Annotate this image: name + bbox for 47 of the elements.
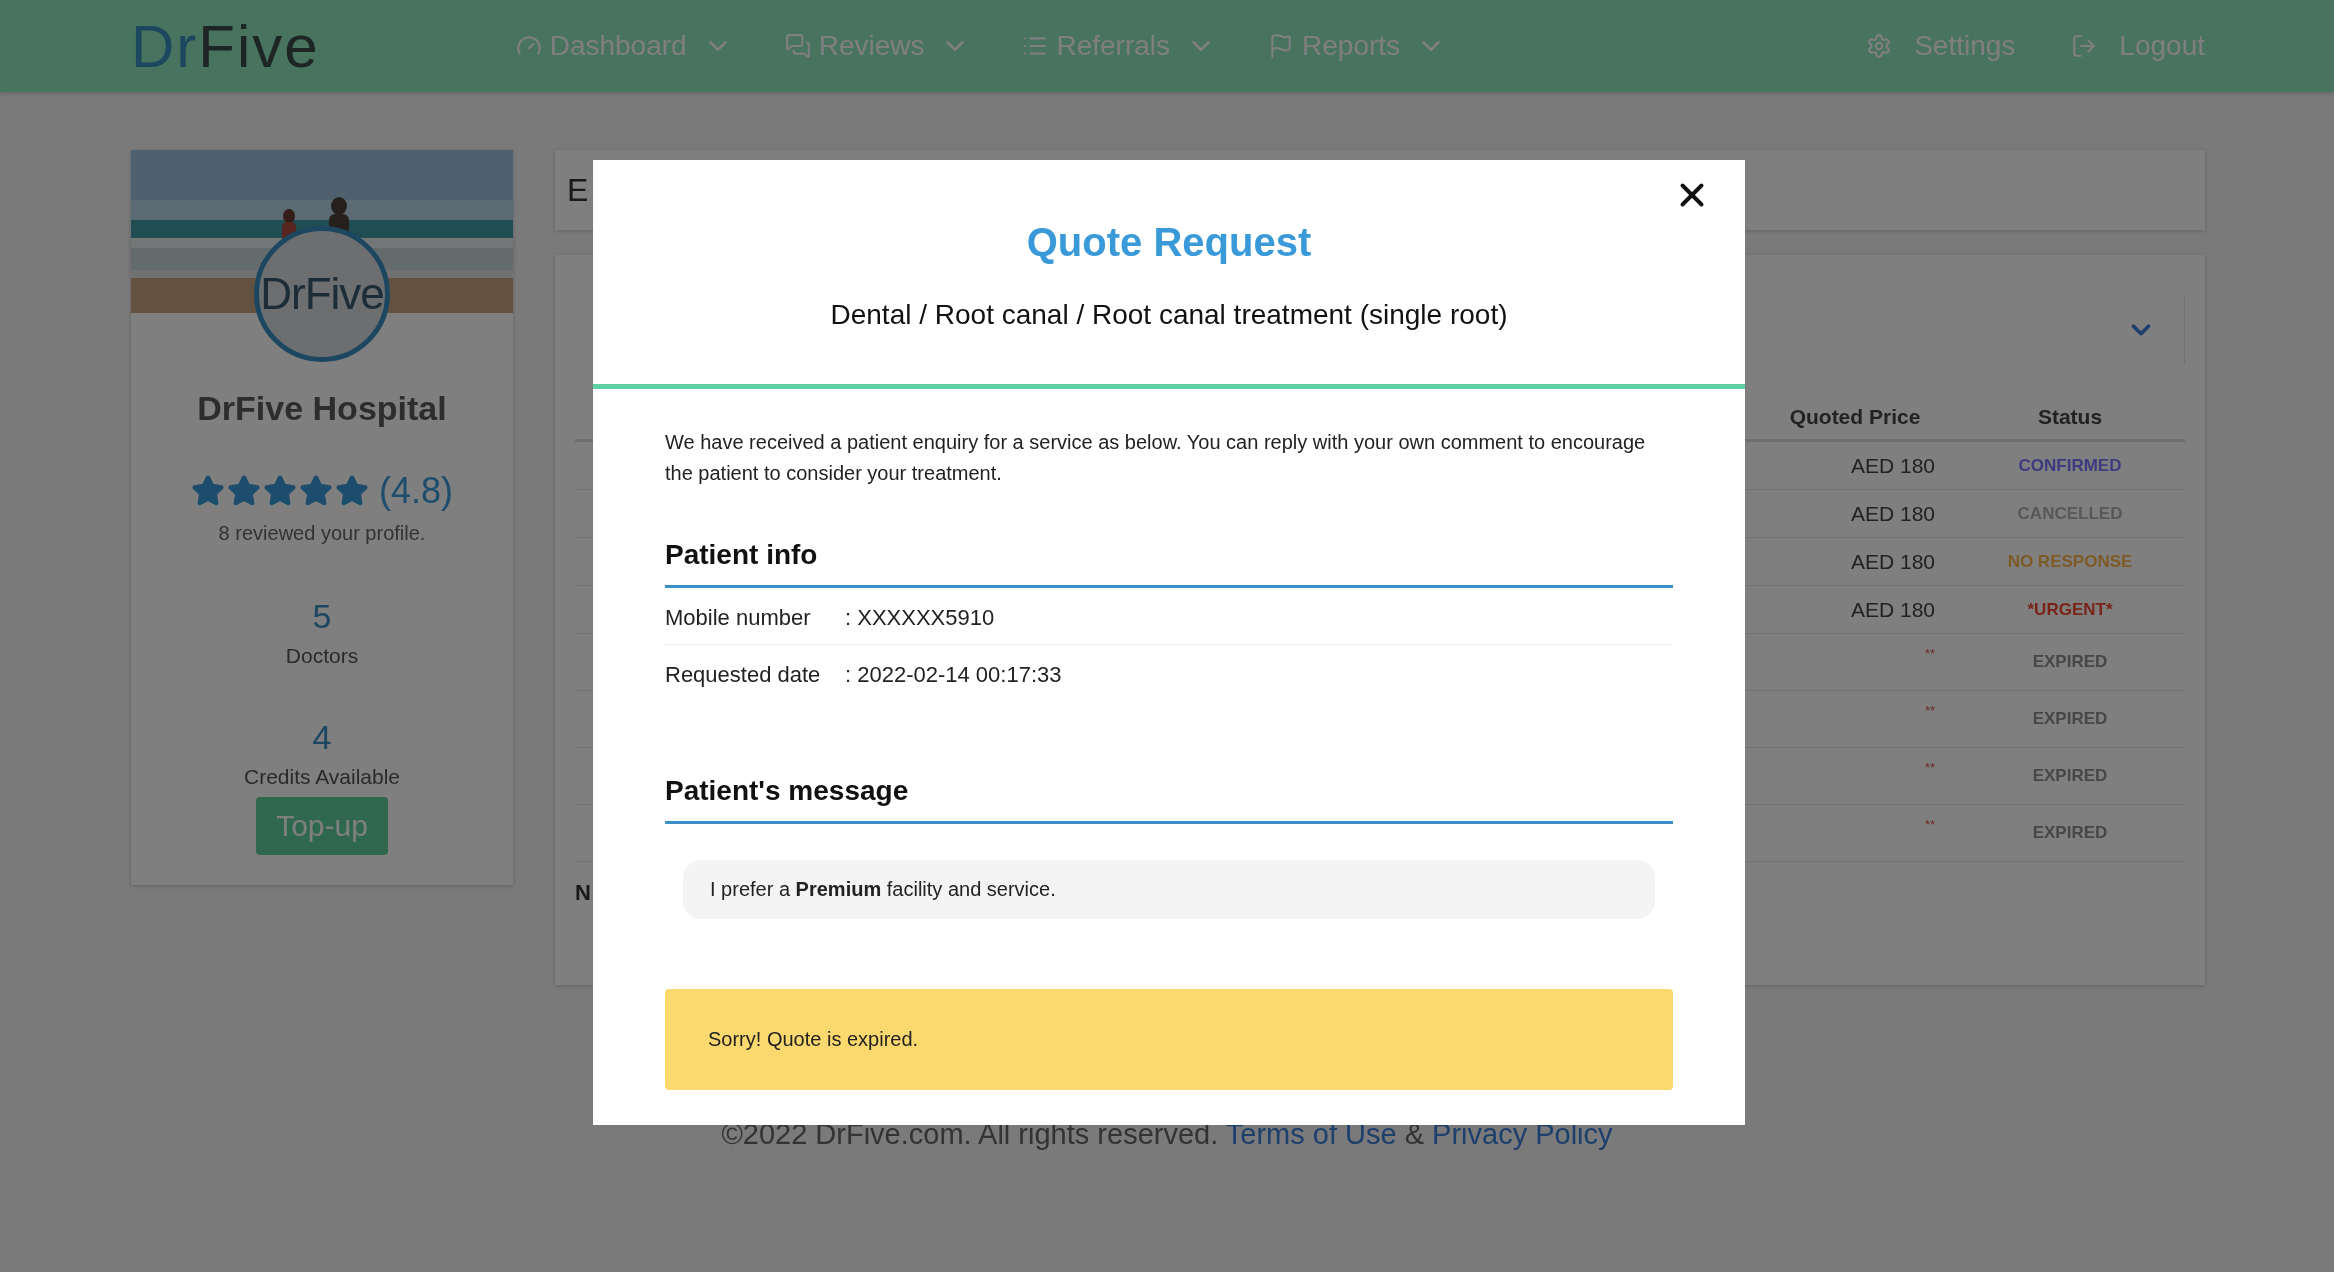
service-path: Dental / Root canal / Root canal treatment (single root) (830, 299, 1508, 331)
joiner-text: & (1404, 1118, 1424, 1150)
status-label: EXPIRED (2031, 709, 2109, 729)
rating-value: (4.8) (379, 470, 453, 512)
info-value: : XXXXXX5910 (845, 605, 995, 631)
price-cell-text: AED 180 (1849, 549, 1936, 574)
star-icon (299, 474, 333, 508)
expired-alert: Sorry! Quote is expired. (665, 989, 1673, 1090)
chat-icon (784, 33, 811, 59)
top-up-button[interactable]: Top-up (256, 797, 388, 855)
review-count: 8 reviewed your profile. (218, 522, 426, 545)
settings-icon (1866, 33, 1893, 59)
section-heading: Patient info (665, 539, 1673, 588)
status-label: CONFIRMED (2017, 455, 2123, 476)
info-label: Requested date (665, 662, 822, 688)
price-cell-text: ** (1923, 759, 1936, 775)
star-icon (191, 474, 225, 508)
price-cell-text: AED 180 (1849, 597, 1936, 622)
status-label: EXPIRED (2031, 823, 2109, 843)
hospital-name: DrFive Hospital (197, 389, 447, 428)
price-cell-text: ** (1923, 702, 1936, 718)
info-label: Mobile number (665, 605, 812, 631)
status-label: EXPIRED (2031, 766, 2109, 786)
price-cell-text: ** (1923, 645, 1936, 661)
star-icon (227, 474, 261, 508)
info-value: : 2022-02-14 00:17:33 (845, 662, 1062, 688)
star-icon (263, 474, 297, 508)
stat-value: 5 (312, 597, 332, 636)
column-header: Status (2036, 405, 2104, 429)
logout-icon (2071, 33, 2098, 59)
section-heading: Patient's message (665, 775, 1673, 824)
column-header: Quoted Price (1788, 405, 1922, 429)
dialog-title: Quote Request (1026, 220, 1312, 265)
status-label: *URGENT* (2026, 599, 2114, 620)
price-cell-text: AED 180 (1849, 453, 1936, 478)
status-label: EXPIRED (2031, 652, 2109, 672)
intro-text: We have received a patient enquiry for a service as below. You can reply with your own comment to encourage the patient to consider your treatment. (665, 430, 1647, 486)
table-note: N (575, 880, 591, 906)
star-icon (335, 474, 369, 508)
price-cell-text: ** (1923, 816, 1936, 832)
page-heading: E (567, 171, 589, 209)
patient-message: I prefer a Premium facility and service. (683, 860, 1655, 919)
stat-label: Doctors (285, 644, 359, 668)
status-label: NO RESPONSE (2006, 551, 2134, 572)
stat-label: Credits Available (243, 765, 400, 789)
price-cell-text: AED 180 (1849, 501, 1936, 526)
stat-value: 4 (312, 718, 332, 757)
